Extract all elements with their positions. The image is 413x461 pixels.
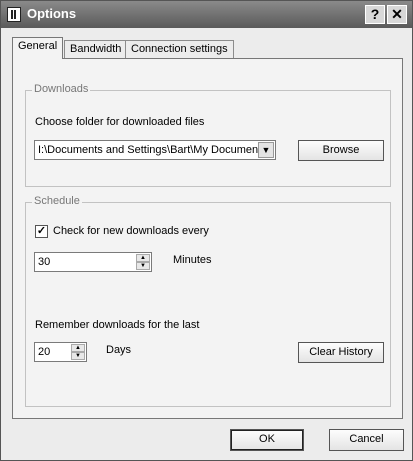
schedule-group-title: Schedule bbox=[32, 195, 82, 207]
download-folder-label: Choose folder for downloaded files bbox=[35, 116, 205, 128]
tab-general-label: General bbox=[18, 40, 58, 52]
general-tab-panel: Downloads Choose folder for downloaded f… bbox=[12, 58, 403, 419]
interval-spinner[interactable]: 30 ▲ ▼ bbox=[34, 252, 152, 272]
cancel-button[interactable]: Cancel bbox=[329, 429, 404, 451]
clear-history-button-label: Clear History bbox=[309, 346, 373, 358]
cancel-button-label: Cancel bbox=[349, 433, 384, 445]
help-button[interactable]: ? bbox=[365, 5, 385, 24]
schedule-group: Schedule ✓ Check for new downloads every… bbox=[25, 195, 391, 407]
browse-button-label: Browse bbox=[322, 144, 360, 156]
downloads-group: Downloads Choose folder for downloaded f… bbox=[25, 83, 391, 187]
close-button[interactable]: ✕ bbox=[387, 5, 407, 24]
help-icon: ? bbox=[370, 6, 380, 22]
window-title: Options bbox=[27, 6, 77, 21]
check-downloads-checkbox[interactable]: ✓ bbox=[35, 225, 48, 238]
clear-history-button[interactable]: Clear History bbox=[298, 342, 384, 363]
interval-unit-label: Minutes bbox=[173, 254, 212, 266]
download-folder-combo[interactable]: I:\Documents and Settings\Bart\My Docume… bbox=[34, 140, 276, 160]
check-downloads-label: Check for new downloads every bbox=[53, 225, 209, 237]
remember-label: Remember downloads for the last bbox=[35, 319, 200, 331]
spin-down-icon[interactable]: ▼ bbox=[71, 352, 85, 360]
close-icon: ✕ bbox=[391, 6, 403, 22]
tab-bandwidth-label: Bandwidth bbox=[70, 43, 122, 55]
spin-up-icon[interactable]: ▲ bbox=[136, 254, 150, 262]
remember-days-value: 20 bbox=[38, 346, 51, 358]
app-icon bbox=[7, 7, 21, 22]
interval-value: 30 bbox=[38, 256, 51, 268]
spin-up-icon[interactable]: ▲ bbox=[71, 344, 85, 352]
remember-days-spinner[interactable]: 20 ▲ ▼ bbox=[34, 342, 87, 362]
downloads-group-title: Downloads bbox=[32, 83, 91, 95]
chevron-down-icon[interactable]: ▼ bbox=[258, 142, 274, 158]
spin-down-icon[interactable]: ▼ bbox=[136, 262, 150, 270]
download-folder-value: I:\Documents and Settings\Bart\My Docume… bbox=[38, 144, 258, 156]
browse-button[interactable]: Browse bbox=[298, 140, 384, 161]
checkmark-icon: ✓ bbox=[36, 225, 47, 237]
ok-button[interactable]: OK bbox=[230, 429, 304, 451]
tab-connection-settings[interactable]: Connection settings bbox=[125, 40, 234, 58]
options-dialog: Options ? ✕ General Bandwidth Connection… bbox=[0, 0, 413, 461]
tab-bandwidth[interactable]: Bandwidth bbox=[64, 40, 128, 58]
ok-button-label: OK bbox=[259, 433, 275, 445]
tab-general[interactable]: General bbox=[12, 37, 64, 59]
tab-connection-settings-label: Connection settings bbox=[131, 43, 228, 55]
title-bar[interactable]: Options ? ✕ bbox=[1, 1, 412, 28]
remember-days-unit-label: Days bbox=[106, 344, 132, 356]
